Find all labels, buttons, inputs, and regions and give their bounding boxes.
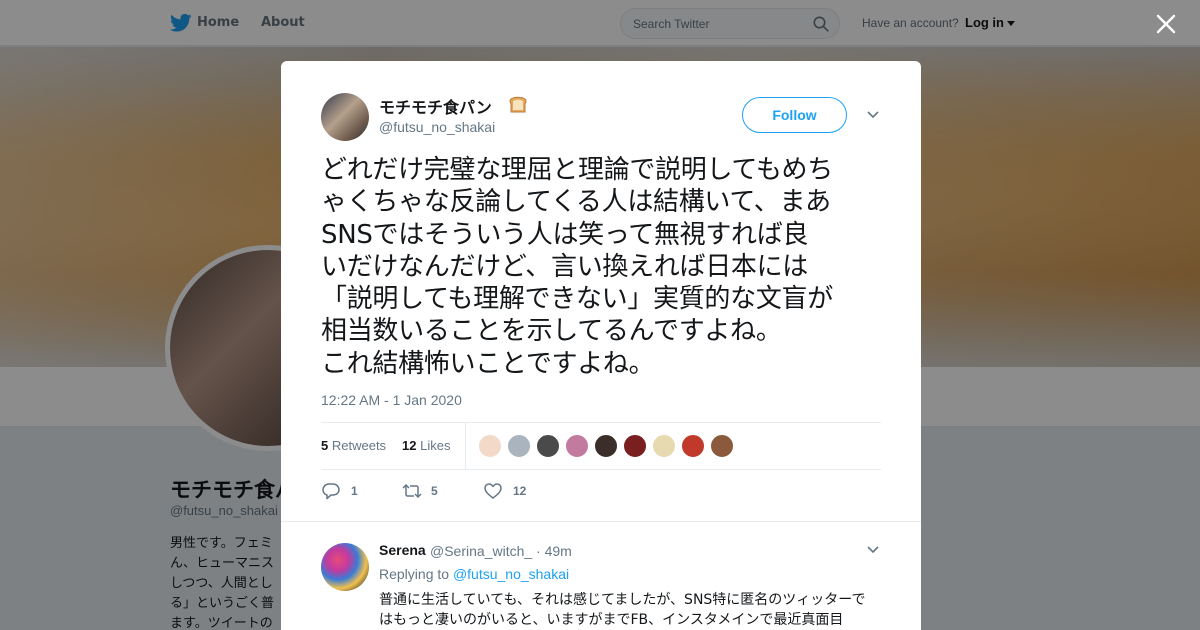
liker-avatar[interactable] bbox=[536, 434, 560, 458]
retweets-label: Retweets bbox=[331, 438, 387, 453]
tweet-text: どれだけ完璧な理屈と理論で説明してもめち ゃくちゃな反論してくる人は結構いて、ま… bbox=[321, 155, 833, 379]
retweet-count: 5 bbox=[431, 484, 438, 498]
tweet-actions: 1 5 12 bbox=[321, 481, 621, 501]
replies-divider bbox=[281, 521, 921, 522]
likes-stat[interactable]: 12 Likes bbox=[402, 438, 450, 453]
retweet-icon bbox=[402, 483, 422, 499]
replying-to: Replying to @futsu_no_shakai bbox=[379, 566, 569, 582]
retweets-stat[interactable]: 5 Retweets bbox=[321, 438, 386, 453]
reply-chevron-down-icon[interactable] bbox=[867, 546, 879, 554]
reply-icon bbox=[322, 483, 340, 500]
stats-divider bbox=[465, 423, 466, 469]
chevron-down-icon[interactable] bbox=[867, 111, 879, 119]
close-icon[interactable] bbox=[1156, 14, 1176, 34]
liker-avatar[interactable] bbox=[565, 434, 589, 458]
liker-avatar[interactable] bbox=[623, 434, 647, 458]
reply-author-handle[interactable]: @Serina_witch_ · 49m bbox=[430, 543, 572, 559]
tweet-stats: 5 Retweets 12 Likes bbox=[321, 422, 881, 470]
reply-text: 普通に生活していても、それは感じてましたが、SNS特に匿名のツィッターで はもっ… bbox=[379, 592, 866, 628]
author-name[interactable]: モチモチ食パン bbox=[379, 94, 492, 118]
liker-avatar[interactable] bbox=[681, 434, 705, 458]
likes-count: 12 bbox=[402, 438, 417, 453]
tweet-modal: モチモチ食パン @futsu_no_shakai Follow どれだけ完璧な理… bbox=[281, 61, 921, 630]
heart-icon bbox=[484, 483, 502, 499]
liker-avatar[interactable] bbox=[507, 434, 531, 458]
retweets-count: 5 bbox=[321, 438, 329, 453]
reply-count: 1 bbox=[351, 484, 358, 498]
author-avatar[interactable] bbox=[321, 93, 369, 141]
follow-button[interactable]: Follow bbox=[742, 97, 847, 133]
like-count: 12 bbox=[513, 484, 527, 498]
tweet-timestamp[interactable]: 12:22 AM - 1 Jan 2020 bbox=[321, 392, 462, 408]
replying-to-link[interactable]: @futsu_no_shakai bbox=[453, 566, 569, 582]
reply-author-name[interactable]: Serena bbox=[379, 542, 426, 558]
reply-avatar[interactable] bbox=[321, 543, 369, 591]
liker-avatar[interactable] bbox=[594, 434, 618, 458]
bread-emoji-icon bbox=[509, 96, 527, 113]
replying-prefix: Replying to bbox=[379, 566, 453, 582]
author-handle[interactable]: @futsu_no_shakai bbox=[379, 119, 495, 135]
likes-label: Likes bbox=[420, 438, 451, 453]
liker-avatar[interactable] bbox=[710, 434, 734, 458]
liker-avatar[interactable] bbox=[478, 434, 502, 458]
liker-avatar[interactable] bbox=[652, 434, 676, 458]
